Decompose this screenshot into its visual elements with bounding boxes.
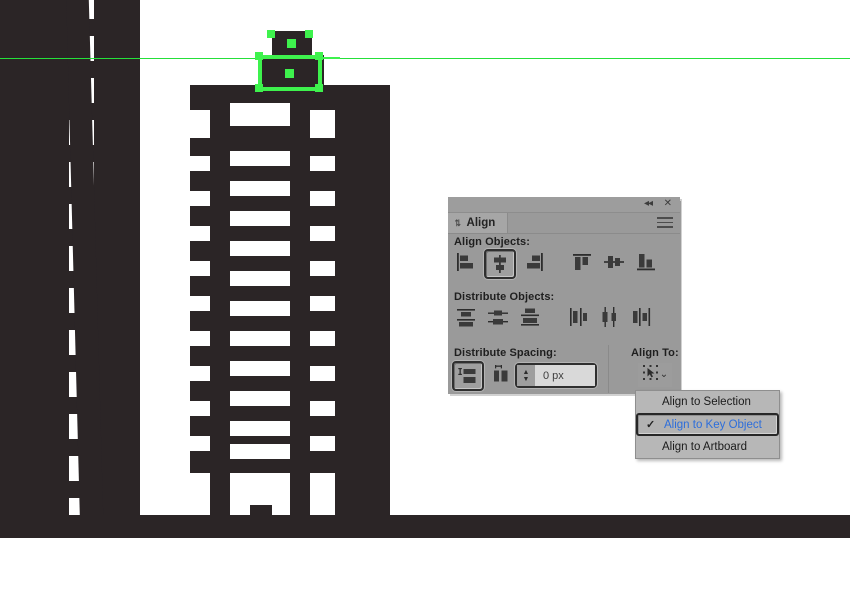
distribute-spacing-label: Distribute Spacing: xyxy=(454,347,557,359)
align-left-button[interactable] xyxy=(452,249,480,275)
align-top-button[interactable] xyxy=(568,249,596,275)
distribute-spacing-horizontal-icon xyxy=(492,365,512,383)
selection-anchor-top-left[interactable] xyxy=(267,30,275,38)
panel-tab-strip[interactable]: ⇅ Align xyxy=(448,213,680,234)
close-icon[interactable]: ✕ xyxy=(664,198,672,210)
align-right-icon xyxy=(523,252,545,272)
distribute-horizontal-center-button[interactable] xyxy=(596,304,624,330)
align-objects-label: Align Objects: xyxy=(454,236,530,248)
artwork-left-building-slab xyxy=(0,0,65,515)
align-left-icon xyxy=(455,252,477,272)
panel-vertical-divider xyxy=(608,345,609,393)
menu-item-label: Align to Key Object xyxy=(664,418,762,431)
menu-item-align-to-selection[interactable]: Align to Selection xyxy=(636,391,779,413)
distribute-top-icon xyxy=(455,307,477,327)
align-vertical-center-icon xyxy=(603,252,625,272)
distribute-objects-label: Distribute Objects: xyxy=(454,291,555,303)
spacing-value-field[interactable]: ▲ ▼ 0 px xyxy=(515,363,597,388)
artwork-ground-strip xyxy=(0,515,850,538)
stepper-down-icon[interactable]: ▼ xyxy=(523,376,530,383)
distribute-bottom-button[interactable] xyxy=(516,304,544,330)
collapse-panel-icon[interactable]: ◂◂ xyxy=(644,198,653,210)
spacing-stepper[interactable]: ▲ ▼ xyxy=(517,365,535,386)
selection-anchor-lower-left[interactable] xyxy=(255,84,263,92)
tab-align[interactable]: ⇅ Align xyxy=(448,213,509,233)
align-to-dropdown-button[interactable]: ⌄ xyxy=(638,363,672,387)
selection-center-point-upper xyxy=(287,39,296,48)
stepper-up-icon[interactable]: ▲ xyxy=(523,369,530,376)
distribute-vertical-center-button[interactable] xyxy=(484,304,512,330)
align-right-button[interactable] xyxy=(520,249,548,275)
align-to-label: Align To: xyxy=(631,347,679,359)
align-to-key-object-icon xyxy=(642,364,659,386)
distribute-top-button[interactable] xyxy=(452,304,480,330)
menu-item-align-to-key-object[interactable]: ✓ Align to Key Object xyxy=(636,413,779,436)
selection-anchor-lower-right[interactable] xyxy=(315,84,323,92)
smart-guide-line xyxy=(0,58,850,59)
selection-extension-line xyxy=(322,57,340,59)
artwork-main-tower xyxy=(185,85,390,523)
distribute-horizontal-center-icon xyxy=(599,307,621,327)
distribute-spacing-vertical-icon xyxy=(458,367,478,385)
align-bottom-icon xyxy=(635,252,657,272)
illustration-canvas[interactable] xyxy=(0,0,850,600)
selection-anchor-bottom-left[interactable] xyxy=(255,52,263,60)
align-horizontal-center-button[interactable] xyxy=(484,249,516,279)
artwork-curved-tower xyxy=(60,0,150,515)
align-top-icon xyxy=(571,252,593,272)
spacing-value-text[interactable]: 0 px xyxy=(535,365,595,386)
distribute-spacing-vertical-button[interactable] xyxy=(452,361,484,391)
menu-item-label: Align to Artboard xyxy=(662,441,748,453)
align-bottom-button[interactable] xyxy=(632,249,660,275)
align-vertical-center-button[interactable] xyxy=(600,249,628,275)
checkmark-icon: ✓ xyxy=(646,418,656,431)
chevron-down-icon[interactable]: ⌄ xyxy=(660,370,668,380)
align-horizontal-center-icon xyxy=(490,255,510,273)
align-to-dropdown-menu[interactable]: Align to Selection ✓ Align to Key Object… xyxy=(635,390,780,459)
distribute-right-icon xyxy=(631,307,653,327)
distribute-right-button[interactable] xyxy=(628,304,656,330)
selection-center-point xyxy=(285,69,294,78)
tab-updown-caret-icon: ⇅ xyxy=(454,217,461,228)
distribute-bottom-icon xyxy=(519,307,541,327)
tab-align-label: Align xyxy=(466,217,496,229)
distribute-vertical-center-icon xyxy=(487,307,509,327)
distribute-spacing-horizontal-button[interactable] xyxy=(488,361,516,387)
panel-menu-hamburger-icon[interactable] xyxy=(657,217,673,228)
selection-anchor-top-right[interactable] xyxy=(305,30,313,38)
distribute-left-button[interactable] xyxy=(564,304,592,330)
panel-title-bar[interactable]: ◂◂ ✕ xyxy=(448,197,680,213)
distribute-left-icon xyxy=(567,307,589,327)
menu-item-align-to-artboard[interactable]: Align to Artboard xyxy=(636,436,779,458)
menu-item-label: Align to Selection xyxy=(662,396,751,408)
